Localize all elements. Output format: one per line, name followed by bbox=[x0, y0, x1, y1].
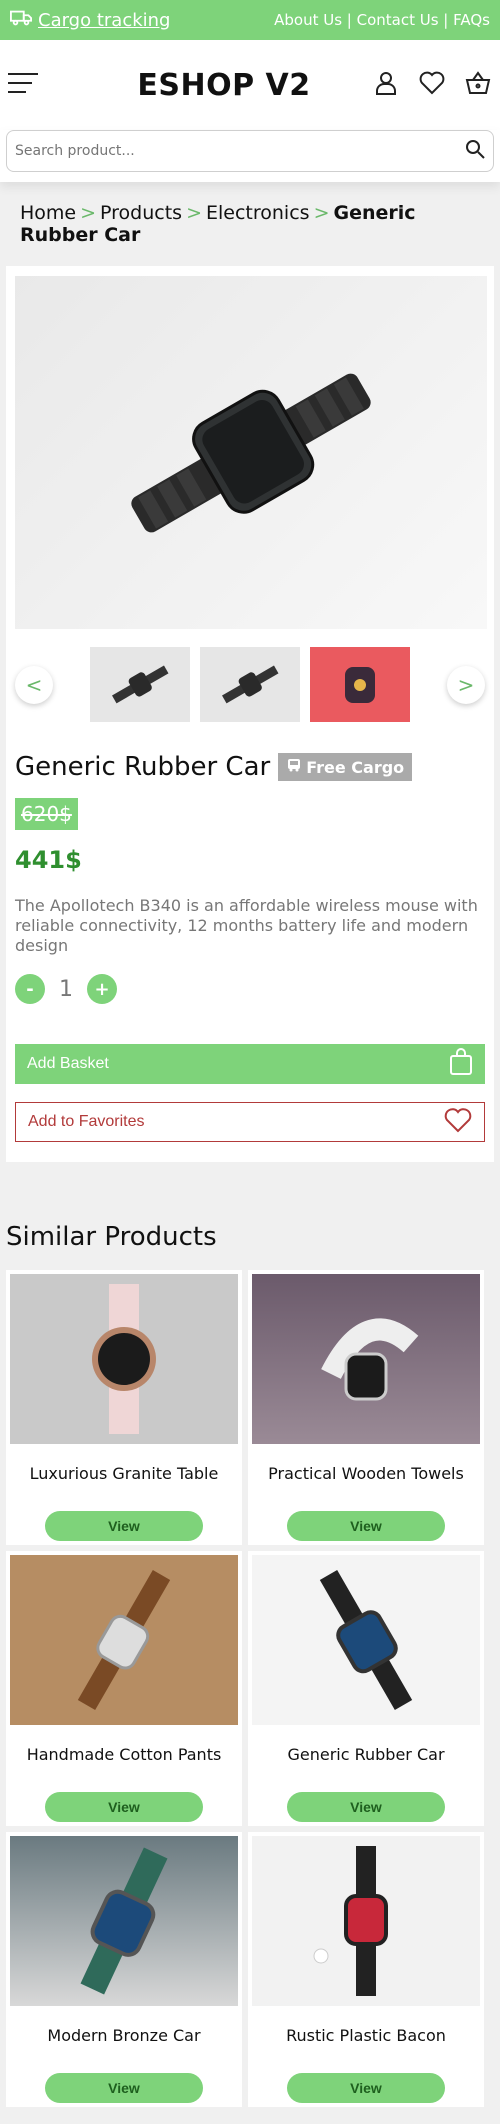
heart-icon[interactable] bbox=[418, 69, 446, 101]
view-button[interactable]: View bbox=[287, 1792, 445, 1822]
bus-icon bbox=[286, 757, 302, 777]
product-title: Generic Rubber Car bbox=[15, 752, 271, 782]
top-links[interactable]: About Us | Contact Us | FAQs bbox=[274, 11, 490, 29]
similar-product-card[interactable]: Luxurious Granite Table View bbox=[6, 1270, 242, 1545]
top-bar: Cargo tracking About Us | Contact Us | F… bbox=[0, 0, 500, 40]
quantity-value: 1 bbox=[59, 976, 73, 1002]
similar-product-name: Luxurious Granite Table bbox=[29, 1464, 219, 1483]
prev-arrow-button[interactable]: < bbox=[15, 665, 53, 704]
similar-product-name: Practical Wooden Towels bbox=[268, 1464, 464, 1483]
quantity-increase-button[interactable]: + bbox=[87, 974, 117, 1004]
old-price: 620$ bbox=[15, 798, 78, 830]
chevron-right-icon: > bbox=[457, 672, 475, 697]
view-button[interactable]: View bbox=[287, 1511, 445, 1541]
breadcrumb: Home > Products > Electronics > Generic Rubber… bbox=[0, 182, 500, 266]
view-button[interactable]: View bbox=[287, 2073, 445, 2103]
similar-product-image[interactable] bbox=[10, 1274, 238, 1444]
similar-product-name: Handmade Cotton Pants bbox=[26, 1745, 222, 1764]
free-cargo-badge: Free Cargo bbox=[278, 753, 413, 781]
similar-product-image[interactable] bbox=[10, 1555, 238, 1725]
similar-product-image[interactable] bbox=[252, 1836, 480, 2006]
cargo-tracking-label: Cargo tracking bbox=[38, 9, 171, 31]
similar-product-name: Generic Rubber Car bbox=[287, 1745, 445, 1764]
product-detail: < > Generic Rubber Car Free Cargo 620$ 4… bbox=[6, 266, 494, 1162]
basket-icon[interactable] bbox=[464, 69, 492, 101]
thumbnail-carousel: < > bbox=[15, 647, 485, 722]
product-title-row: Generic Rubber Car Free Cargo bbox=[15, 752, 485, 782]
breadcrumb-electronics[interactable]: Electronics bbox=[206, 202, 310, 224]
breadcrumb-separator: > bbox=[313, 202, 330, 224]
similar-product-card[interactable]: Modern Bronze Car View bbox=[6, 1832, 242, 2107]
add-to-favorites-button[interactable]: Add to Favorites bbox=[15, 1102, 485, 1142]
search-icon[interactable] bbox=[465, 139, 485, 163]
similar-product-card[interactable]: Generic Rubber Car View bbox=[248, 1551, 484, 1826]
thumbnail-1[interactable] bbox=[90, 647, 190, 722]
truck-icon bbox=[10, 9, 32, 32]
similar-product-card[interactable]: Handmade Cotton Pants View bbox=[6, 1551, 242, 1826]
view-button[interactable]: View bbox=[45, 1792, 203, 1822]
similar-product-card[interactable]: Practical Wooden Towels View bbox=[248, 1270, 484, 1545]
hamburger-menu-icon[interactable] bbox=[8, 72, 40, 98]
breadcrumb-products[interactable]: Products bbox=[100, 202, 182, 224]
user-icon[interactable] bbox=[372, 69, 400, 101]
brand-logo[interactable]: ESHOP V2 bbox=[137, 68, 310, 103]
similar-products-heading: Similar Products bbox=[6, 1222, 217, 1252]
add-basket-label: Add Basket bbox=[27, 1055, 109, 1072]
chevron-left-icon: < bbox=[25, 672, 43, 697]
heart-outline-icon bbox=[444, 1107, 472, 1138]
cargo-tracking-link[interactable]: Cargo tracking bbox=[10, 9, 171, 32]
similar-products-grid: Luxurious Granite Table View Practical W… bbox=[0, 1270, 500, 2107]
similar-product-name: Rustic Plastic Bacon bbox=[286, 2026, 446, 2045]
similar-product-image[interactable] bbox=[252, 1555, 480, 1725]
new-price: 441$ bbox=[15, 846, 82, 874]
view-button[interactable]: View bbox=[45, 2073, 203, 2103]
header: ESHOP V2 bbox=[0, 40, 500, 130]
breadcrumb-separator: > bbox=[186, 202, 202, 224]
breadcrumb-home[interactable]: Home bbox=[20, 202, 76, 224]
shopping-bag-icon bbox=[449, 1047, 473, 1081]
similar-product-card[interactable]: Rustic Plastic Bacon View bbox=[248, 1832, 484, 2107]
product-main-image[interactable] bbox=[15, 276, 487, 629]
breadcrumb-separator: > bbox=[80, 202, 97, 224]
next-arrow-button[interactable]: > bbox=[447, 665, 485, 704]
similar-product-image[interactable] bbox=[10, 1836, 238, 2006]
add-basket-button[interactable]: Add Basket bbox=[15, 1044, 485, 1084]
quantity-decrease-button[interactable]: - bbox=[15, 974, 45, 1004]
similar-product-image[interactable] bbox=[252, 1274, 480, 1444]
header-icons bbox=[372, 69, 492, 101]
search-box bbox=[6, 130, 494, 172]
add-to-favorites-label: Add to Favorites bbox=[28, 1113, 145, 1130]
search-input[interactable] bbox=[15, 143, 465, 159]
view-button[interactable]: View bbox=[45, 1511, 203, 1541]
similar-product-name: Modern Bronze Car bbox=[47, 2026, 201, 2045]
free-cargo-label: Free Cargo bbox=[306, 757, 405, 777]
quantity-stepper: - 1 + bbox=[15, 974, 485, 1004]
thumbnail-row bbox=[90, 647, 410, 722]
thumbnail-2[interactable] bbox=[200, 647, 300, 722]
search-section bbox=[0, 130, 500, 182]
thumbnail-3[interactable] bbox=[310, 647, 410, 722]
product-description: The Apollotech B340 is an affordable wir… bbox=[15, 896, 478, 955]
